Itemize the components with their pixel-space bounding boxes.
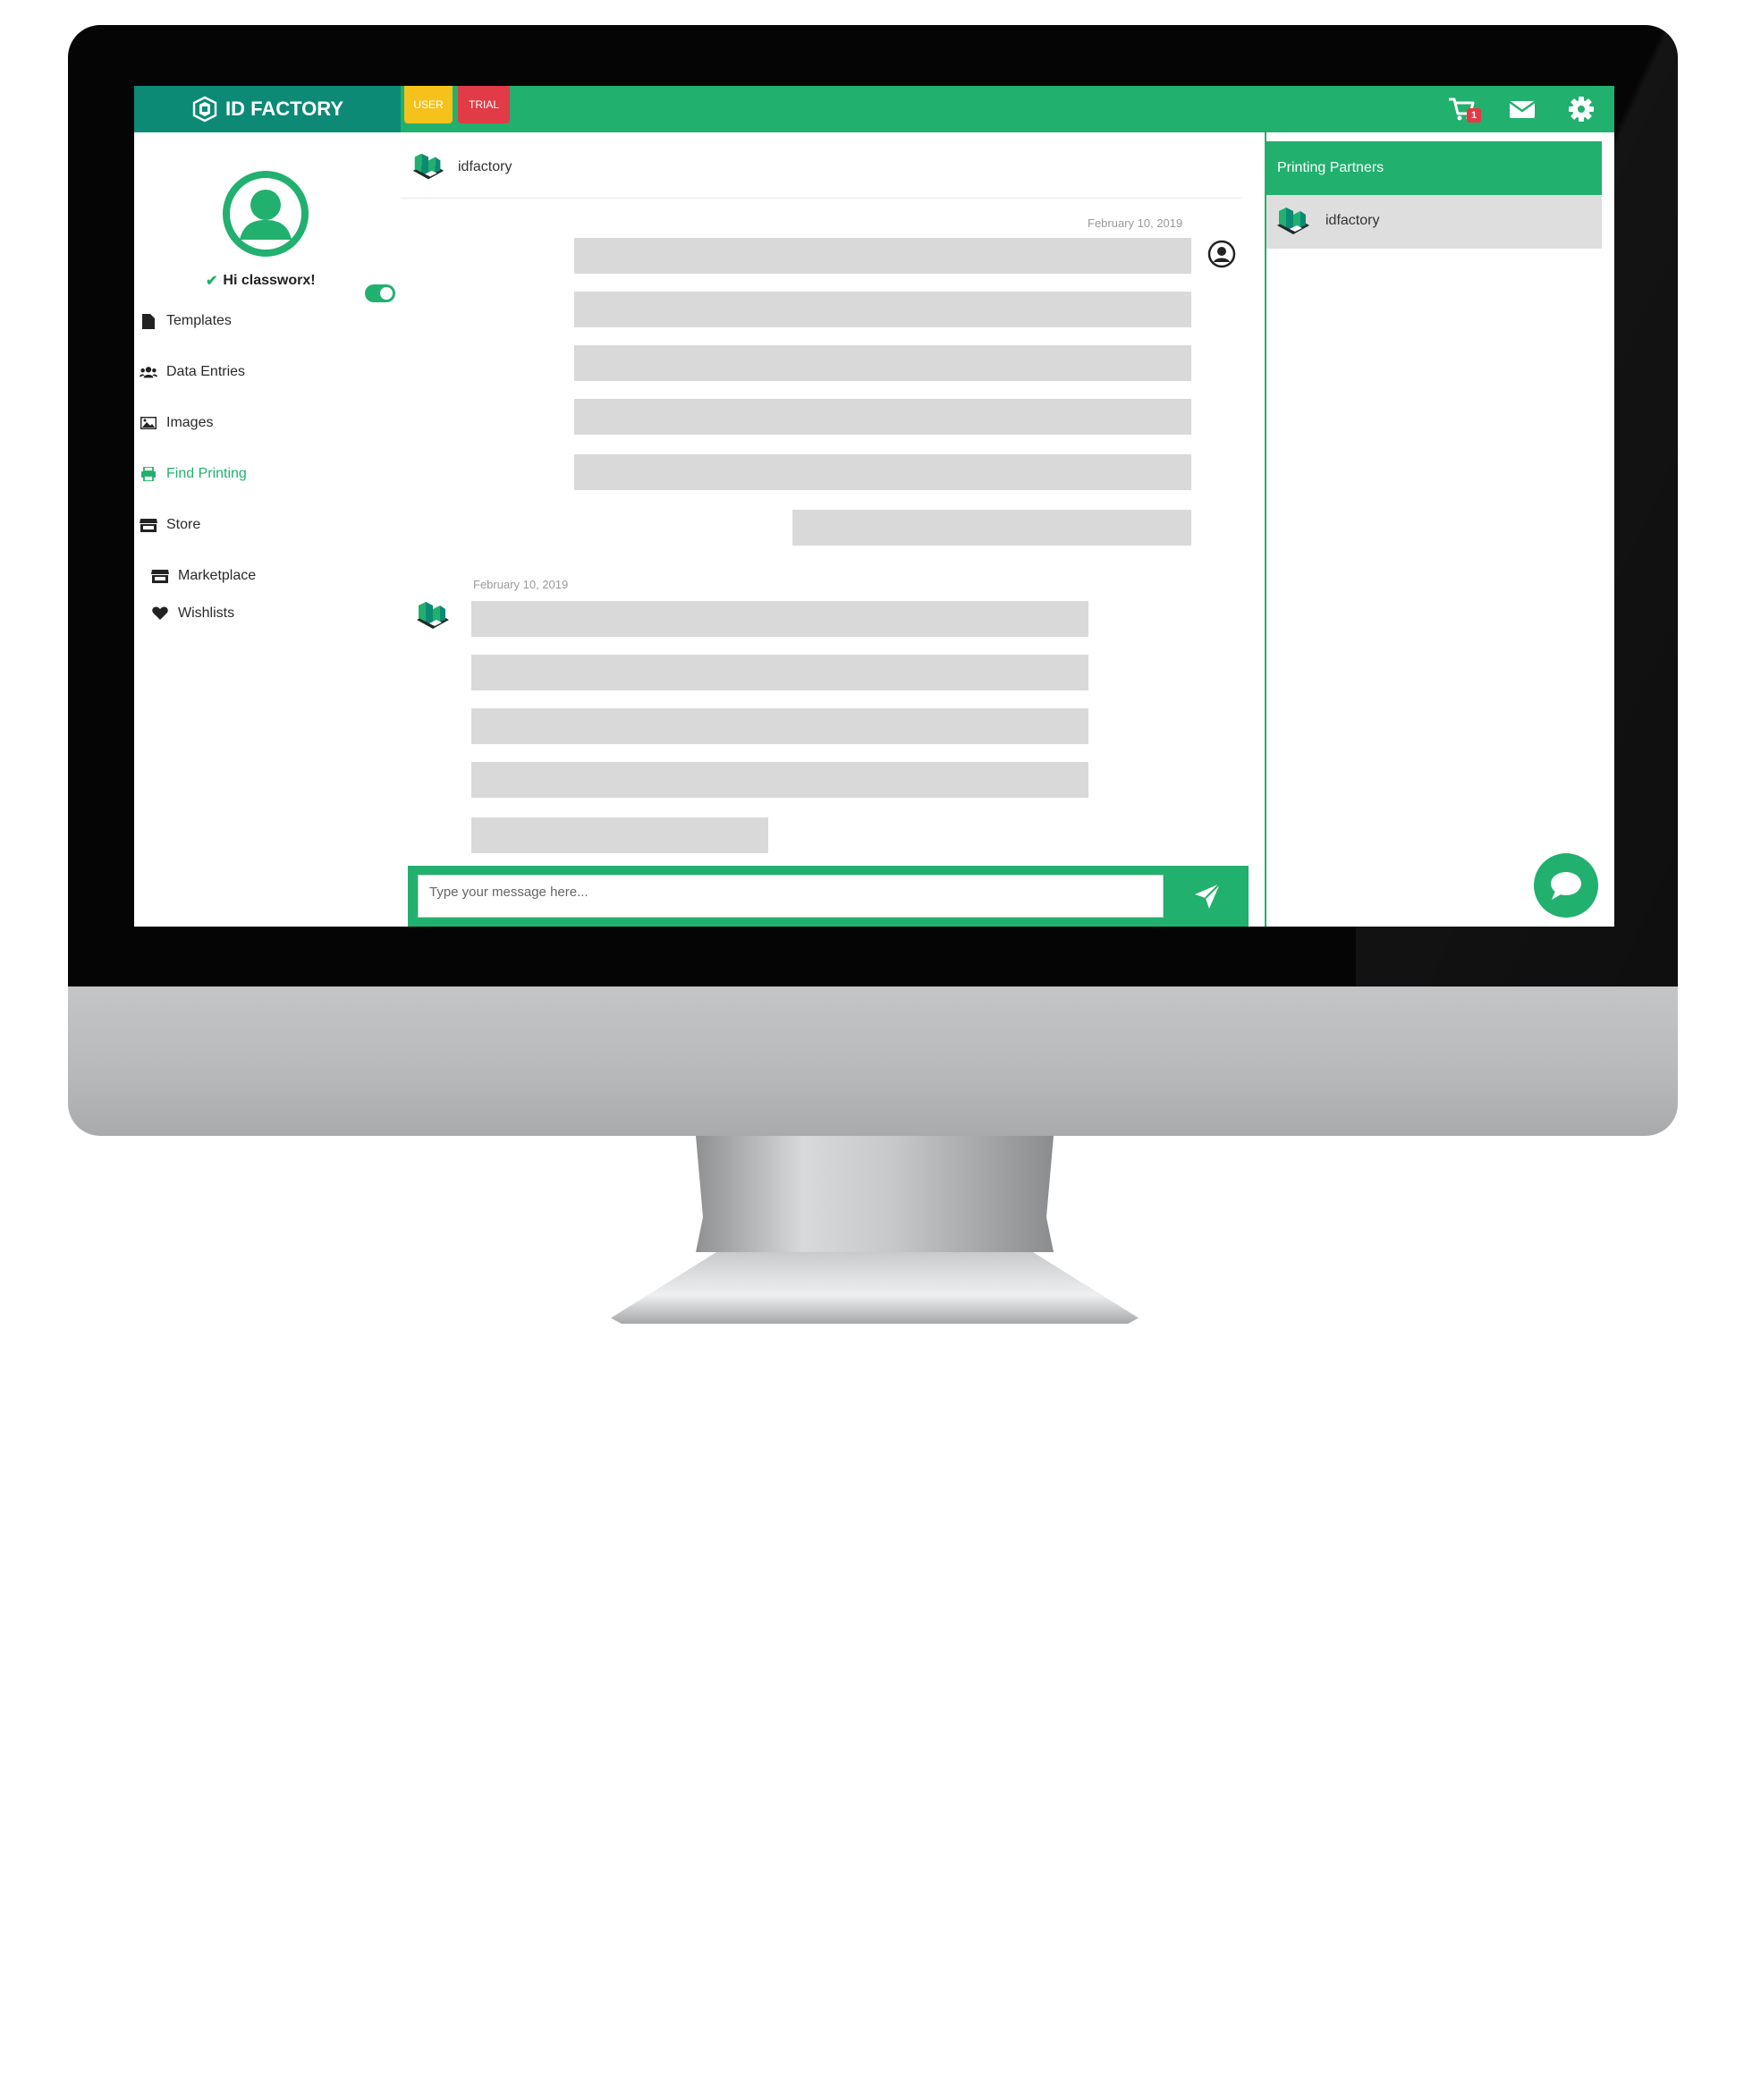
- message-composer: [408, 866, 1249, 927]
- cart-button[interactable]: 1: [1447, 94, 1481, 124]
- incoming-message-bubble: [471, 655, 1088, 690]
- status-toggle[interactable]: [365, 284, 395, 302]
- sidebar-item-label: Images: [166, 415, 214, 430]
- paper-plane-icon: [1195, 883, 1221, 909]
- trial-badge: TRIAL: [458, 86, 510, 123]
- chat-bubble-icon: [1551, 872, 1581, 900]
- outgoing-message-bubble: [574, 238, 1191, 274]
- chat-header: idfactory: [401, 132, 1241, 199]
- outgoing-message-bubble: [792, 510, 1191, 546]
- incoming-message-bubble: [471, 601, 1088, 637]
- sidebar-item-label: Marketplace: [178, 568, 257, 583]
- users-icon: [140, 364, 157, 380]
- brand-name: ID FACTORY: [224, 97, 343, 120]
- sidebar-item-label: Find Printing: [166, 466, 247, 481]
- outgoing-message-bubble: [574, 345, 1191, 381]
- settings-button[interactable]: [1566, 94, 1596, 124]
- outgoing-message-bubble: [574, 399, 1191, 435]
- toggle-knob: [380, 287, 393, 300]
- sidebar-item-marketplace[interactable]: Marketplace: [151, 568, 256, 584]
- incoming-message-bubble: [471, 762, 1088, 798]
- check-icon: ✔: [206, 274, 218, 289]
- message-date: February 10, 2019: [1088, 216, 1183, 230]
- image-icon: [140, 415, 157, 431]
- chat-contact-name: idfactory: [458, 159, 512, 174]
- greeting-text: Hi classworx!: [223, 273, 316, 288]
- chat-launcher-button[interactable]: [1534, 853, 1598, 918]
- envelope-icon: [1509, 101, 1536, 118]
- heart-icon: [151, 605, 169, 622]
- sidebar-item-data-entries[interactable]: Data Entries: [140, 364, 245, 380]
- idfactory-logo-icon: [412, 153, 444, 180]
- outgoing-message-bubble: [574, 454, 1191, 490]
- user-avatar-icon: [1207, 240, 1236, 268]
- send-button[interactable]: [1181, 876, 1234, 916]
- sidebar-item-templates[interactable]: Templates: [140, 313, 232, 329]
- sidebar-item-label: Wishlists: [178, 605, 235, 621]
- user-badge: USER: [404, 86, 453, 123]
- monitor-chin: [68, 986, 1678, 2100]
- idfactory-logo-icon: [417, 602, 449, 629]
- partner-name: idfactory: [1325, 213, 1380, 228]
- sidebar-item-store[interactable]: Store: [140, 517, 200, 533]
- top-navbar: ID FACTORY USER TRIAL 1: [134, 86, 1614, 132]
- user-avatar-icon[interactable]: [222, 170, 309, 258]
- sidebar-item-images[interactable]: Images: [140, 415, 213, 431]
- sidebar-item-label: Templates: [166, 313, 232, 328]
- incoming-message-bubble: [471, 708, 1088, 744]
- sidebar-item-label: Store: [166, 517, 201, 532]
- idfactory-logo-icon: [1277, 207, 1309, 234]
- gear-icon: [1569, 97, 1594, 122]
- sidebar-item-wishlists[interactable]: Wishlists: [151, 605, 234, 622]
- message-date: February 10, 2019: [473, 578, 569, 591]
- messages-button[interactable]: [1507, 94, 1537, 124]
- printer-icon: [140, 466, 157, 482]
- cart-count-badge: 1: [1467, 108, 1481, 123]
- incoming-message-bubble: [471, 817, 768, 853]
- store-icon: [140, 517, 157, 533]
- app-screen: ID FACTORY USER TRIAL 1 ✔ Hi classworx! …: [134, 86, 1614, 927]
- sidebar-item-label: Data Entries: [166, 364, 246, 379]
- monitor-logo: [886, 2002, 997, 2100]
- user-greeting: ✔ Hi classworx!: [206, 272, 316, 290]
- outgoing-message-bubble: [574, 292, 1191, 327]
- monitor-stand-neck: [696, 1136, 1054, 1252]
- brand[interactable]: ID FACTORY: [134, 86, 401, 132]
- printing-partners-panel: Printing Partners idfactory: [1265, 132, 1614, 927]
- printing-partners-title: Printing Partners: [1266, 141, 1602, 195]
- message-input[interactable]: [418, 875, 1164, 918]
- sidebar-item-find-printing[interactable]: Find Printing: [140, 466, 247, 482]
- id-factory-logo-icon: [192, 96, 217, 123]
- file-icon: [140, 313, 157, 329]
- partner-item[interactable]: idfactory: [1266, 195, 1602, 249]
- sidebar: ✔ Hi classworx! Templates Data Entries I…: [134, 132, 401, 927]
- monitor-stand-foot: [611, 1252, 1139, 1324]
- store-icon: [151, 568, 169, 584]
